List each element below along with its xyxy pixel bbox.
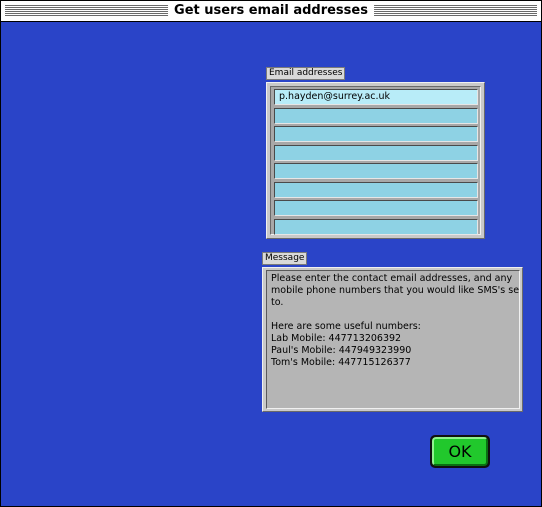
email-field[interactable] bbox=[274, 126, 478, 142]
message-line: to. bbox=[271, 297, 284, 308]
message-line bbox=[271, 309, 515, 321]
message-line: Here are some useful numbers: bbox=[271, 321, 421, 332]
ok-button-label: OK bbox=[432, 437, 488, 466]
window-title: Get users email addresses bbox=[168, 2, 374, 20]
email-addresses-label: Email addresses bbox=[266, 67, 346, 80]
message-line: Paul's Mobile: 447949323990 bbox=[271, 345, 412, 356]
message-label: Message bbox=[262, 252, 308, 265]
dialog-content: Email addresses p.hayden@surrey.ac.uk Me… bbox=[1, 22, 541, 506]
email-field[interactable] bbox=[274, 200, 478, 216]
title-bar[interactable]: Get users email addresses bbox=[1, 1, 541, 22]
email-field[interactable] bbox=[274, 181, 478, 198]
message-line: Please enter the contact email addresses… bbox=[271, 273, 513, 284]
email-field[interactable] bbox=[274, 107, 478, 124]
message-line: mobile phone numbers that you would like… bbox=[271, 285, 520, 296]
dialog-window: Get users email addresses Email addresse… bbox=[0, 0, 542, 507]
email-field[interactable] bbox=[274, 144, 478, 161]
message-text-area: Please enter the contact email addresses… bbox=[266, 270, 520, 409]
ok-button[interactable]: OK bbox=[430, 435, 490, 468]
message-line: Tom's Mobile: 447715126377 bbox=[271, 357, 411, 368]
email-field[interactable]: p.hayden@surrey.ac.uk bbox=[274, 89, 478, 105]
email-addresses-list: p.hayden@surrey.ac.uk bbox=[270, 86, 481, 235]
message-line: Lab Mobile: 447713206392 bbox=[271, 333, 402, 344]
email-field[interactable] bbox=[274, 163, 478, 179]
email-addresses-panel: p.hayden@surrey.ac.uk bbox=[266, 82, 485, 239]
message-panel: Please enter the contact email addresses… bbox=[262, 267, 523, 412]
email-rows-container: p.hayden@surrey.ac.uk bbox=[274, 89, 478, 237]
email-field[interactable] bbox=[274, 218, 478, 235]
